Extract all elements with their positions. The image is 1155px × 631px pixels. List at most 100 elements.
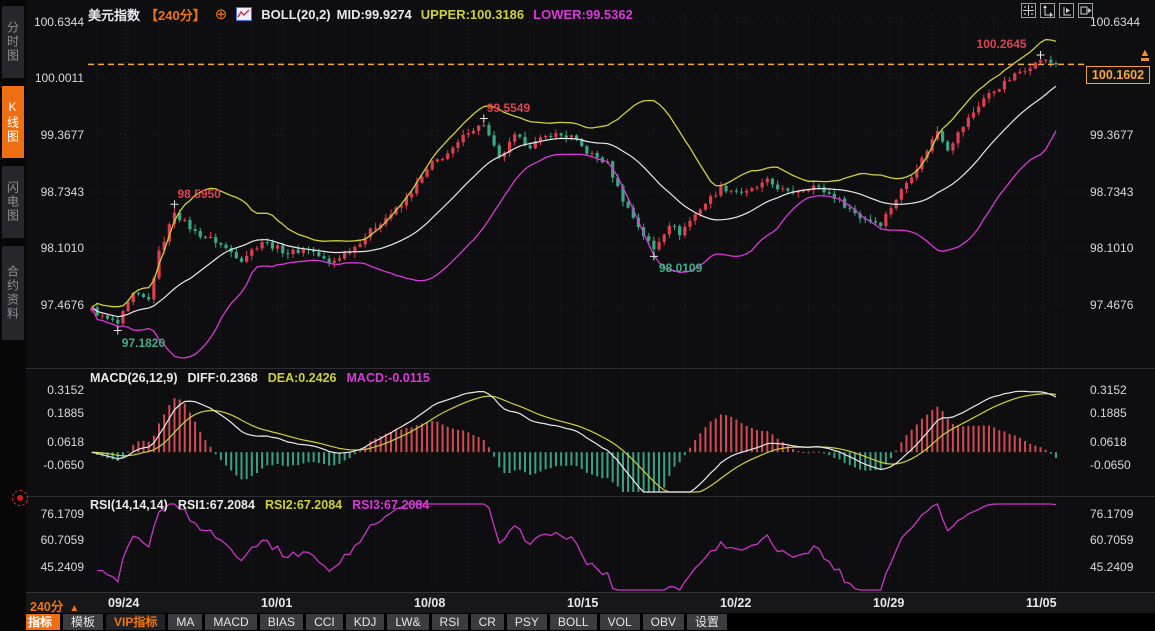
boll-upper-value: UPPER:100.3186 [421, 7, 524, 22]
macd-axis-left-0: 0.3152 [22, 383, 84, 397]
macd-axis-left-2: 0.0618 [22, 435, 84, 449]
boll-lower-value: LOWER:99.5362 [533, 7, 633, 22]
toolbar-button-6[interactable]: CCI [306, 614, 343, 630]
symbol-name: 美元指数 [88, 5, 140, 24]
price-axis-left-1: 99.3677 [22, 128, 84, 142]
toolbar-button-3[interactable]: MA [168, 614, 202, 630]
price-axis-right-4: 98.1010 [1090, 241, 1152, 255]
chart-application: 分时图 K线图闪电图合约资料 100.6344 美元指数 【240分】 ⊕ BOL… [0, 0, 1155, 631]
toolbar-button-2[interactable]: VIP指标 [106, 614, 165, 630]
macd-axis-right-1: 0.1885 [1090, 406, 1152, 420]
toolbar-button-12[interactable]: BOLL [550, 614, 597, 630]
price-axis-right-0: 100.6344 [1090, 15, 1152, 29]
price-up-arrow-icon: ▲ [1139, 49, 1151, 62]
candlestick-series [90, 55, 1057, 330]
extreme-cross-marker [114, 326, 122, 334]
macd-series [91, 391, 1057, 492]
toolbar-button-15[interactable]: 设置 [687, 614, 727, 630]
extreme-cross-marker [1037, 51, 1045, 59]
boll-mid-line [92, 86, 1056, 317]
sidebar-tab-1[interactable]: K线图 [2, 86, 24, 158]
macd-diff-value: DIFF:0.2368 [188, 371, 258, 385]
date-label-1: 10/01 [261, 596, 292, 610]
axis-label-top-left: 100.6344 [22, 15, 84, 29]
toolbar-button-14[interactable]: OBV [643, 614, 684, 630]
pan-right-icon[interactable] [1078, 3, 1093, 18]
move-crosshair-icon[interactable] [1021, 3, 1036, 18]
price-axis-left-3: 98.1010 [22, 241, 84, 255]
panel-divider [26, 496, 1155, 497]
boll-lower-line [92, 131, 1056, 358]
boll-mid-value: MID:99.9274 [337, 7, 412, 22]
price-axis-right-2: 99.3677 [1090, 128, 1152, 142]
sidebar-tab-2[interactable]: 闪电图 [2, 166, 24, 238]
date-label-0: 09/24 [108, 596, 139, 610]
sidebar-tab-3[interactable]: 合约资料 [2, 246, 24, 340]
price-annotation-2: 98.5950 [177, 187, 220, 201]
macd-axis-right-3: -0.0650 [1090, 458, 1152, 472]
period-label: 【240分】 [145, 5, 206, 24]
date-label-3: 10/15 [567, 596, 598, 610]
rsi-axis-right-2: 45.2409 [1090, 560, 1152, 574]
macd-params: MACD(26,12,9) [90, 371, 178, 385]
rsi3-value: RSI3:67.2084 [352, 498, 429, 512]
price-annotation-0: 100.2645 [977, 37, 1027, 51]
price-axis-left-0: 100.0011 [22, 71, 84, 85]
sidebar: 分时图 K线图闪电图合约资料 [0, 0, 26, 631]
rsi1-value: RSI1:67.2084 [178, 498, 255, 512]
rsi-axis-left-0: 76.1709 [22, 507, 84, 521]
circle-plus-icon[interactable]: ⊕ [215, 8, 228, 21]
toolbar-button-5[interactable]: BIAS [260, 614, 303, 630]
rsi-axis-left-1: 60.7059 [22, 533, 84, 547]
macd-header: MACD(26,12,9) DIFF:0.2368 DEA:0.2426 MAC… [90, 371, 430, 385]
price-axis-left-4: 97.4676 [22, 298, 84, 312]
toolbar-button-4[interactable]: MACD [205, 614, 256, 630]
date-label-4: 10/22 [720, 596, 751, 610]
rsi2-value: RSI2:67.2084 [265, 498, 342, 512]
boll-indicator-label: BOLL(20,2) [261, 7, 330, 22]
extreme-cross-marker [480, 114, 488, 122]
sidebar-tab-0[interactable]: 分时图 [2, 6, 24, 78]
toolbar-button-10[interactable]: CR [471, 614, 504, 630]
price-axis-right-5: 97.4676 [1090, 298, 1152, 312]
macd-axis-right-0: 0.3152 [1090, 383, 1152, 397]
rsi-params: RSI(14,14,14) [90, 498, 168, 512]
toolbar-button-8[interactable]: LW& [387, 614, 428, 630]
macd-value: MACD:-0.0115 [347, 371, 430, 385]
price-axis-right-3: 98.7343 [1090, 185, 1152, 199]
toolbar-button-0[interactable]: 指标 [20, 614, 60, 630]
extreme-cross-marker [170, 200, 178, 208]
toolbar-button-13[interactable]: VOL [600, 614, 640, 630]
panel-divider [26, 368, 1155, 369]
chart-header: 美元指数 【240分】 ⊕ BOLL(20,2) MID:99.9274 UPP… [88, 4, 633, 24]
toolbar-button-11[interactable]: PSY [507, 614, 547, 630]
rsi-line [97, 504, 1056, 590]
date-axis: 240分▲ 09/2410/0110/0810/1510/2210/2911/0… [26, 592, 1155, 614]
chart-tools [1021, 3, 1093, 18]
macd-dea-value: DEA:0.2426 [268, 371, 337, 385]
date-label-2: 10/08 [414, 596, 445, 610]
axis-zoom-horizontal-icon[interactable] [1059, 3, 1074, 18]
rsi-header: RSI(14,14,14) RSI1:67.2084 RSI2:67.2084 … [90, 498, 429, 512]
price-annotation-4: 97.1820 [122, 336, 165, 350]
last-price-tag: 100.1602 [1086, 66, 1150, 84]
toolbar-button-7[interactable]: KDJ [346, 614, 385, 630]
price-annotation-3: 98.0109 [659, 261, 702, 275]
price-annotation-1: 99.5549 [487, 101, 530, 115]
rsi-axis-right-0: 76.1709 [1090, 507, 1152, 521]
date-label-6: 11/05 [1026, 596, 1057, 610]
boll-upper-line [92, 40, 1056, 308]
record-dot-icon [12, 490, 28, 506]
rsi-axis-right-1: 60.7059 [1090, 533, 1152, 547]
toolbar-button-1[interactable]: 模板 [63, 614, 103, 630]
rsi-axis-left-2: 45.2409 [22, 560, 84, 574]
chart-canvas[interactable] [0, 0, 1155, 631]
price-axis-left-2: 98.7343 [22, 185, 84, 199]
indicator-toolbar: 指标模板VIP指标MAMACDBIASCCIKDJLW&RSICRPSYBOLL… [20, 613, 1155, 631]
toolbar-button-9[interactable]: RSI [432, 614, 468, 630]
macd-axis-left-3: -0.0650 [22, 458, 84, 472]
chart-type-icon[interactable] [236, 7, 252, 21]
date-label-5: 10/29 [873, 596, 904, 610]
axis-zoom-vertical-icon[interactable] [1040, 3, 1055, 18]
macd-axis-right-2: 0.0618 [1090, 435, 1152, 449]
